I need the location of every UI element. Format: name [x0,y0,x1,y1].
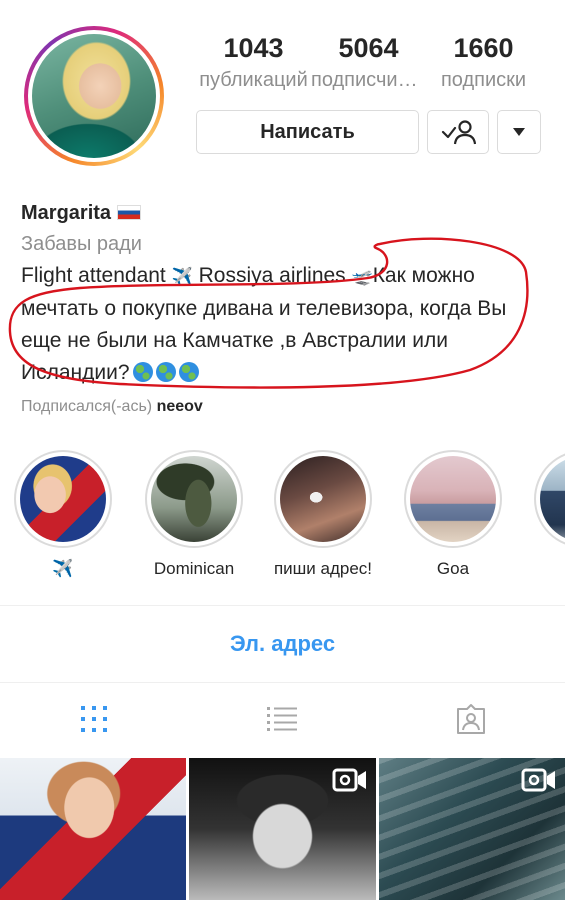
message-button[interactable]: Написать [196,110,419,154]
stat-following-label: подписки [440,69,527,91]
stat-followers-count: 5064 [338,33,399,63]
followed-by-user[interactable]: neeov [157,398,203,415]
highlight-ring [534,450,565,548]
highlight-cover [20,456,106,542]
tagged-icon [456,704,485,734]
email-link[interactable]: Эл. адрес [0,606,565,682]
bio-text: Flight attendant ✈️ Rossiya airlines 🛫Ка… [21,260,541,389]
story-highlights: ✈️ Dominican пиши адрес! Goa Ma [0,450,565,590]
russia-flag-icon [116,205,141,220]
video-icon [521,768,555,792]
highlight-label: Ma [531,558,565,580]
highlight-label: пиши адрес! [273,559,373,578]
profile-stats: 1043 публикаций 5064 подписчиков 1660 по… [196,30,541,94]
profile-avatar[interactable] [24,26,164,166]
stat-followers[interactable]: 5064 подписчиков [311,30,426,94]
stat-followers-label: подписчиков [311,69,426,91]
highlight-ring [274,450,372,548]
profile-name: Margarita [21,198,541,228]
following-button[interactable] [427,110,489,154]
post-thumbnail[interactable] [189,758,376,900]
stat-following-count: 1660 [453,33,514,63]
highlight-item[interactable]: Goa [401,450,505,580]
highlight-ring [404,450,502,548]
highlight-item[interactable]: Ma [531,450,565,580]
highlight-cover [540,456,565,542]
stat-posts-label: публикаций [199,69,308,91]
followed-by[interactable]: Подписался(-ась) neeov [21,393,541,421]
stat-posts-count: 1043 [223,33,284,63]
globe-icon [155,362,176,382]
profile-actions: Написать [196,110,541,154]
stat-posts[interactable]: 1043 публикаций [196,30,311,94]
profile-name-text: Margarita [21,202,112,224]
stat-following[interactable]: 1660 подписки [426,30,541,94]
profile-bio: Margarita Забавы ради Flight attendant ✈… [21,198,541,421]
tab-tagged[interactable] [377,683,565,755]
highlight-item[interactable]: ✈️ [11,450,115,580]
airplane-departure-icon: 🛫 [351,267,373,286]
highlight-ring [145,450,243,548]
highlight-cover [410,456,496,542]
airplane-icon: ✈️ [171,267,193,286]
avatar-image [32,34,156,158]
person-check-icon [441,120,476,145]
highlight-item[interactable]: пиши адрес! [271,450,375,580]
highlight-item[interactable]: Dominican [142,450,246,580]
highlight-cover [151,456,237,542]
highlight-ring [14,450,112,548]
highlight-label: Dominican [153,559,235,578]
profile-tabs [0,683,565,755]
posts-grid [0,758,565,900]
bio-airline: Rossiya airlines [198,264,346,287]
bio-occupation: Flight attendant [21,264,166,287]
triangle-down-icon [513,128,525,136]
video-icon [332,768,366,792]
more-options-button[interactable] [497,110,541,154]
tab-grid[interactable] [0,683,188,755]
followed-by-prefix: Подписался(-ась) [21,398,153,415]
highlight-label: ✈️ [52,559,74,578]
post-thumbnail[interactable] [378,758,565,900]
tab-list[interactable] [188,683,376,755]
grid-icon [81,706,108,732]
profile-category: Забавы ради [21,233,142,255]
post-thumbnail[interactable] [0,758,187,900]
globe-icon [132,362,153,382]
list-icon [267,707,298,731]
highlight-cover [280,456,366,542]
globe-icon [178,362,199,382]
avatar-border [28,30,160,162]
highlight-label: Goa [436,559,470,578]
